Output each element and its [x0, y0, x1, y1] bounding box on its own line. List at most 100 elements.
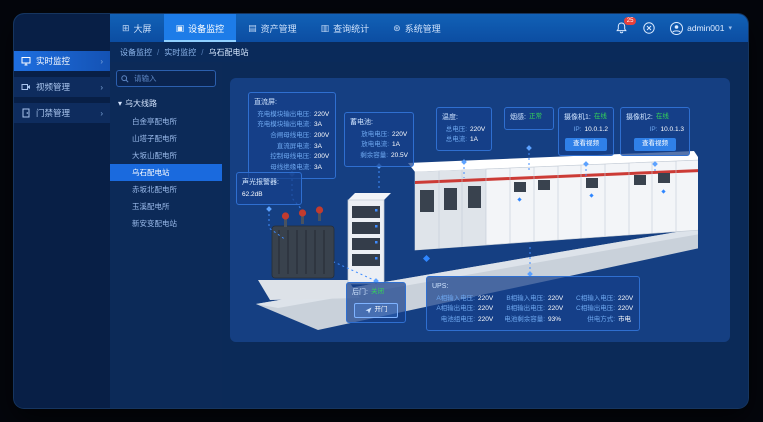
metric-value: 1A — [470, 135, 486, 146]
tree-search — [116, 70, 216, 87]
station-tree-panel: ▾ 乌大线路 白金亭配电所 山塔子配电所 大坂山配电所 乌石配电站 赤坂北配电所… — [110, 62, 222, 408]
tab-label: 资产管理 — [261, 22, 297, 35]
chevron-right-icon: › — [100, 57, 103, 66]
camera2-ip: 10.0.1.3 — [661, 125, 685, 136]
camera2-title: 摄像机2: — [626, 112, 653, 124]
logo-area — [14, 14, 110, 42]
metric-label: C相输出电压: — [572, 304, 615, 315]
settings-icon: ⊛ — [393, 23, 401, 34]
camera1-card: 摄像机1: 在线 IP:10.0.1.2 查看视频 — [558, 107, 614, 156]
metric-label: C相输入电压: — [572, 294, 615, 305]
metric-label: B相输入电压: — [502, 294, 545, 305]
tree-item-station[interactable]: 玉溪配电所 — [116, 198, 216, 215]
fullscreen-icon — [643, 22, 655, 34]
tab-label: 查询统计 — [333, 22, 369, 35]
metric-value: 3A — [314, 142, 330, 153]
alarm-value: 62.2dB — [242, 190, 296, 201]
back-door-card: 后门: 关闭 开门 — [346, 282, 406, 323]
camera2-status: 在线 — [656, 112, 669, 125]
metric-value: 220V — [470, 125, 486, 136]
tree-item-station[interactable]: 赤坂北配电所 — [116, 181, 216, 198]
ups-card: UPS: A相输入电压:220V B相输入电压:220V C相输入电压:220V… — [426, 276, 640, 331]
metric-value: 220V — [314, 110, 330, 121]
smoke-title: 烟感: — [510, 112, 526, 124]
tree-item-station[interactable]: 山塔子配电所 — [116, 130, 216, 147]
sidebar-item-video-management[interactable]: 视频管理 › — [14, 77, 110, 97]
tab-asset-management[interactable]: ▤ 资产管理 — [236, 14, 309, 42]
open-door-label: 开门 — [375, 307, 388, 314]
metric-label: B相输出电压: — [502, 304, 545, 315]
notification-bell-button[interactable]: 25 — [614, 21, 628, 35]
metric-value: 220V — [478, 304, 494, 315]
temperature-panel-title: 温度: — [442, 112, 486, 124]
metric-value: 220V — [478, 294, 494, 305]
transformer-graphic — [272, 206, 334, 278]
metric-label: 电池剩余容量: — [502, 315, 545, 326]
chevron-right-icon: › — [100, 83, 103, 92]
camera1-status: 在线 — [594, 112, 607, 125]
breadcrumb-item[interactable]: 实时监控 — [164, 47, 196, 58]
sidebar-item-label: 实时监控 — [36, 55, 70, 67]
metric-value: 市电 — [618, 315, 634, 326]
battery-panel-card: 蓄电池: 放电电压:220V 放电电流:1A 剩余容量:20.5V — [344, 112, 414, 167]
sidebar-item-label: 门禁管理 — [36, 107, 70, 119]
tab-system-management[interactable]: ⊛ 系统管理 — [381, 14, 453, 42]
left-sidebar: 实时监控 › 视频管理 › 门禁管理 › — [14, 42, 110, 408]
sidebar-item-realtime-monitor[interactable]: 实时监控 › — [14, 51, 110, 71]
breadcrumb-item[interactable]: 设备监控 — [120, 47, 152, 58]
tab-query-statistics[interactable]: ▥ 查询统计 — [309, 14, 382, 42]
main-area: 直流屏: 充电模块输出电压:220V 充电模块输出电流:3A 合闸母线电压:20… — [222, 62, 748, 408]
camera2-view-video-button[interactable]: 查看视频 — [634, 138, 676, 151]
door-status: 关闭 — [371, 287, 384, 300]
notification-badge: 25 — [624, 17, 636, 25]
metric-label: 剩余容量: — [350, 151, 388, 162]
fullscreen-button[interactable] — [642, 21, 656, 35]
user-menu[interactable]: admin001 ▾ — [670, 22, 732, 35]
metric-label: 总电压: — [442, 125, 467, 136]
search-input[interactable] — [132, 73, 211, 84]
tree-root-node[interactable]: ▾ 乌大线路 — [118, 98, 216, 109]
tree-root-label: 乌大线路 — [125, 98, 157, 109]
tab-dashboard[interactable]: ⊞ 大屏 — [110, 14, 164, 42]
metric-label: 充电模块输出电压: — [254, 110, 311, 121]
breadcrumb-separator: / — [201, 48, 203, 57]
sidebar-item-access-management[interactable]: 门禁管理 › — [14, 103, 110, 123]
chevron-down-icon: ▾ — [728, 24, 732, 32]
metric-value: 1A — [392, 140, 408, 151]
camera1-view-video-button[interactable]: 查看视频 — [565, 138, 607, 151]
smoke-sensor-card: 烟感: 正常 — [504, 107, 554, 130]
tall-cabinet-graphic — [348, 193, 391, 284]
metric-value: 3A — [314, 120, 330, 131]
dc-panel-title: 直流屏: — [254, 97, 330, 109]
nav-tabs: ⊞ 大屏 ▣ 设备监控 ▤ 资产管理 ▥ 查询统计 ⊛ 系统管理 — [110, 14, 614, 42]
video-icon — [21, 82, 31, 92]
statistics-icon: ▥ — [321, 23, 330, 34]
search-icon — [121, 75, 129, 83]
station-monitor-canvas: 直流屏: 充电模块输出电压:220V 充电模块输出电流:3A 合闸母线电压:20… — [230, 78, 730, 342]
sidebar-item-label: 视频管理 — [36, 81, 70, 93]
open-door-button[interactable]: 开门 — [354, 303, 398, 318]
metric-value: 200V — [314, 152, 330, 163]
tab-label: 系统管理 — [405, 22, 441, 35]
tree-item-station-selected[interactable]: 乌石配电站 — [110, 164, 222, 181]
metric-label: 充电模块输出电流: — [254, 120, 311, 131]
metric-label: 放电电流: — [350, 140, 389, 151]
dc-panel-card: 直流屏: 充电模块输出电压:220V 充电模块输出电流:3A 合闸母线电压:20… — [248, 92, 336, 179]
ip-label: IP: — [564, 125, 582, 136]
asset-icon: ▤ — [248, 23, 257, 34]
tree-item-station[interactable]: 大坂山配电所 — [116, 147, 216, 164]
sound-light-alarm-card: 声光报警器: 62.2dB — [236, 172, 302, 205]
metric-label: 合闸母线电压: — [254, 131, 311, 142]
tree-item-station[interactable]: 新安变配电站 — [116, 215, 216, 232]
tab-device-monitor[interactable]: ▣ 设备监控 — [164, 14, 237, 42]
send-icon — [365, 307, 372, 314]
metric-label: A相输入电压: — [432, 294, 475, 305]
metric-value: 20.5V — [391, 151, 408, 162]
metric-label: 放电电压: — [350, 130, 389, 141]
tree-item-station[interactable]: 白金亭配电所 — [116, 113, 216, 130]
username: admin001 — [687, 23, 724, 33]
tab-label: 设备监控 — [188, 22, 224, 35]
metric-value: 220V — [478, 315, 494, 326]
metric-label: 供电方式: — [572, 315, 615, 326]
realtime-monitor-icon — [21, 56, 31, 66]
